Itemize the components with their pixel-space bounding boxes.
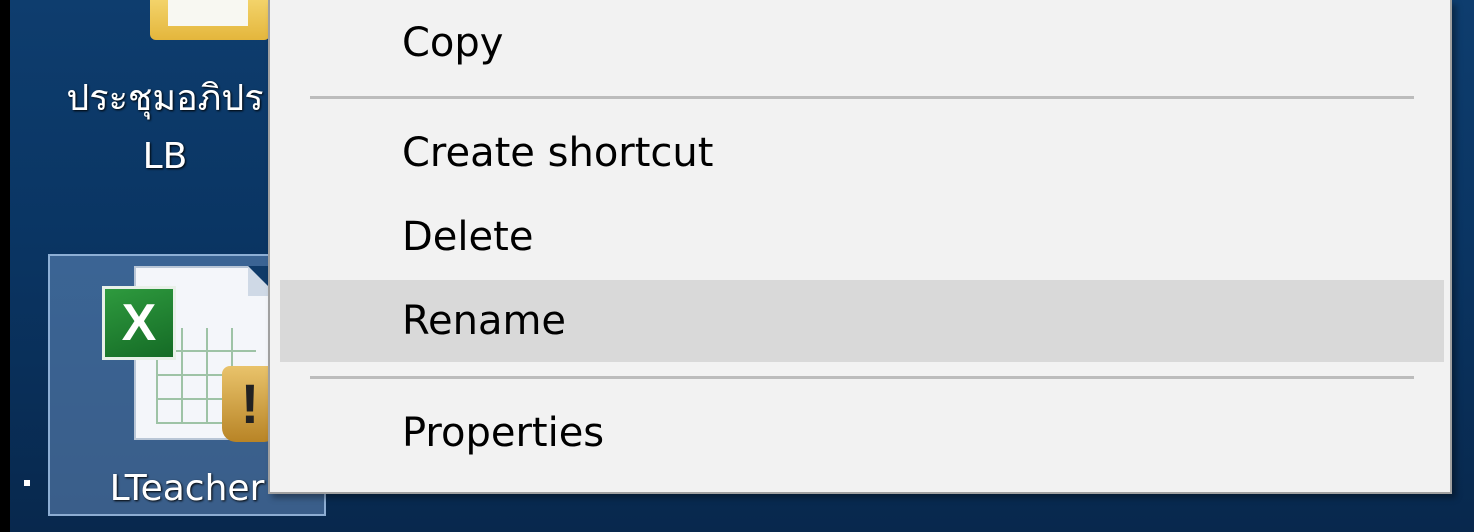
desktop-icon-label: ประชุมอภิปร LB [50,70,280,186]
menu-item-rename[interactable]: Rename [280,280,1444,362]
context-menu: Copy Create shortcut Delete Rename Prope… [268,0,1452,494]
desktop-dot [24,480,30,486]
screen-edge [0,0,10,532]
desktop-icon-label-line2: LB [142,136,188,177]
menu-item-properties[interactable]: Properties [280,392,1444,474]
folder-paper [168,0,248,26]
menu-separator [310,96,1414,99]
menu-item-delete[interactable]: Delete [280,196,1444,278]
menu-item-create-shortcut[interactable]: Create shortcut [280,112,1444,194]
menu-item-copy[interactable]: Copy [280,2,1444,84]
excel-icon: X [102,286,176,360]
menu-separator [310,376,1414,379]
desktop-icon-folder[interactable]: ประชุมอภิปร LB [50,0,280,200]
desktop-icon-label-line1: ประชุมอภิปร [66,78,264,119]
